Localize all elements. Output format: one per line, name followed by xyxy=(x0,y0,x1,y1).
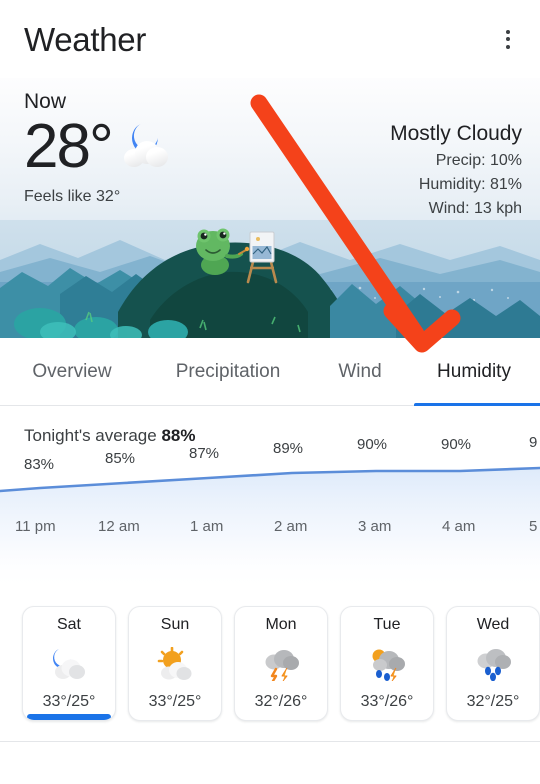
average-value: 88% xyxy=(161,426,196,445)
day-temps: 33°/25° xyxy=(42,693,96,710)
tab-overview[interactable]: Overview xyxy=(0,338,144,406)
precip-value: Precip: 10% xyxy=(435,152,522,169)
feels-like-label: Feels like 32° xyxy=(24,188,121,205)
day-label: Sat xyxy=(56,616,81,633)
moon-cloud-icon xyxy=(116,121,178,173)
current-temperature: 28° xyxy=(24,112,114,181)
chart-tick-label: 2 am xyxy=(274,518,308,535)
chart-tick-label: 5 xyxy=(529,518,538,535)
sun-thunder-rain-icon xyxy=(364,647,410,681)
day-temps: 32°/25° xyxy=(466,693,520,710)
wind-value: Wind: 13 kph xyxy=(428,200,522,217)
forecast-tabs: Overview Precipitation Wind Humidity xyxy=(0,338,540,407)
tonights-average-label: Tonight's average 88% xyxy=(24,426,195,446)
frog-painting-landscape-illustration xyxy=(0,220,540,338)
average-prefix: Tonight's average xyxy=(24,426,162,445)
cloud-thunder-icon xyxy=(258,647,304,682)
daily-forecast-strip[interactable]: Sat 33°/25° Sun 33°/25° Mon 32°/26° Tue … xyxy=(0,592,540,742)
current-conditions-hero: Now 28° Feels like 32° Mostly Cloudy Pre… xyxy=(0,78,540,338)
day-label: Sun xyxy=(160,616,190,633)
day-temps: 33°/25° xyxy=(148,693,202,710)
sun-cloud-icon xyxy=(152,646,198,681)
day-card-tue[interactable]: Tue 33°/26° xyxy=(340,606,434,721)
day-card-sat[interactable]: Sat 33°/25° xyxy=(22,606,116,721)
app-header: Weather xyxy=(0,0,540,78)
weather-app: Weather Now 28° Feels like 32° Mostly Cl… xyxy=(0,0,540,784)
cloud-icon xyxy=(123,141,168,167)
chart-tick-label: 1 am xyxy=(190,518,224,535)
day-card-sun[interactable]: Sun 33°/25° xyxy=(128,606,222,721)
tab-wind[interactable]: Wind xyxy=(312,338,408,406)
day-temps: 32°/26° xyxy=(254,693,308,710)
tab-precipitation[interactable]: Precipitation xyxy=(144,338,312,406)
more-vert-icon[interactable] xyxy=(490,21,526,57)
day-label: Wed xyxy=(476,616,510,633)
day-temps: 33°/26° xyxy=(360,693,414,710)
bottom-divider xyxy=(0,741,540,742)
tab-humidity[interactable]: Humidity xyxy=(408,338,540,407)
chart-tick-label: 3 am xyxy=(358,518,392,535)
chart-tick-label: 12 am xyxy=(98,518,140,535)
now-label: Now xyxy=(24,90,67,113)
day-label: Tue xyxy=(373,616,401,633)
condition-label: Mostly Cloudy xyxy=(390,122,522,145)
current-temperature-row: 28° xyxy=(24,116,178,178)
day-card-wed[interactable]: Wed 32°/25° xyxy=(446,606,540,721)
cloud-rain-icon xyxy=(470,647,516,681)
chart-tick-label: 11 pm xyxy=(15,518,56,535)
condition-details: Mostly Cloudy Precip: 10% Humidity: 81% … xyxy=(390,122,522,218)
chart-tick-label: 4 am xyxy=(442,518,476,535)
day-label: Mon xyxy=(265,616,297,633)
current-summary: Now 28° Feels like 32° xyxy=(24,90,178,206)
humidity-value: Humidity: 81% xyxy=(418,176,522,193)
day-card-mon[interactable]: Mon 32°/26° xyxy=(234,606,328,721)
chart-point-label: 9 xyxy=(529,434,538,451)
page-title: Weather xyxy=(24,20,147,58)
moon-cloud-icon xyxy=(46,647,92,681)
humidity-chart-section: Tonight's average 88% 83% 85% 87% 89% 90… xyxy=(0,406,540,592)
